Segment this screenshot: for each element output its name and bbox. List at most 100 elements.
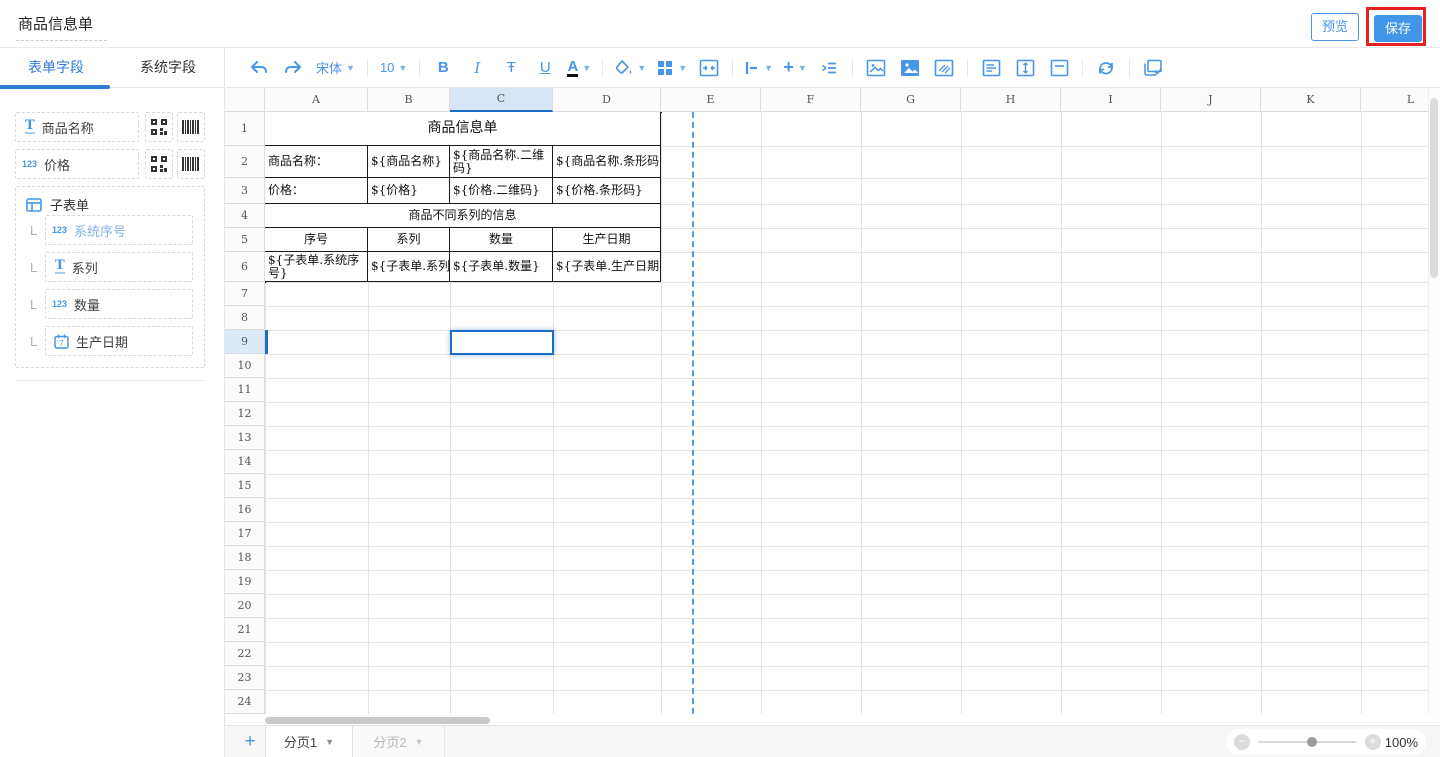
table-cell-merged-row4[interactable]: 商品不同系列的信息 (265, 204, 661, 228)
column-header-F[interactable]: F (761, 88, 861, 112)
column-header-J[interactable]: J (1161, 88, 1261, 112)
table-cell-D3[interactable]: ${价格.条形码} (553, 178, 661, 204)
sheet-tab-1[interactable]: 分页1 ▼ (265, 726, 353, 757)
image-cell-button[interactable] (898, 55, 922, 81)
row-header-8[interactable]: 8 (225, 306, 265, 330)
table-cell-B3[interactable]: ${价格} (368, 178, 450, 204)
tab-system-fields[interactable]: 系统字段 (112, 48, 224, 88)
table-cell-A2[interactable]: 商品名称： (265, 146, 368, 178)
refresh-button[interactable] (1094, 55, 1118, 81)
row-header-16[interactable]: 16 (225, 498, 265, 522)
row-header-18[interactable]: 18 (225, 546, 265, 570)
font-color-button[interactable]: A ▼ (567, 55, 591, 81)
zoom-slider-track[interactable] (1258, 741, 1357, 743)
save-button[interactable]: 保存 (1374, 15, 1422, 42)
text-block-button[interactable] (979, 55, 1003, 81)
column-header-I[interactable]: I (1061, 88, 1161, 112)
redo-button[interactable] (281, 55, 305, 81)
table-cell-A5[interactable]: 序号 (265, 228, 368, 252)
zoom-slider-handle[interactable] (1307, 737, 1317, 747)
row-header-15[interactable]: 15 (225, 474, 265, 498)
column-header-A[interactable]: A (265, 88, 368, 112)
row-header-13[interactable]: 13 (225, 426, 265, 450)
fill-color-button[interactable]: ▼ (614, 55, 646, 81)
row-header-9[interactable]: 9 (225, 330, 265, 354)
barcode-drag-item[interactable] (177, 112, 205, 142)
row-header-3[interactable]: 3 (225, 178, 265, 204)
table-cell-C5[interactable]: 数量 (450, 228, 553, 252)
table-cell-D6[interactable]: ${子表单.生产日期} (553, 252, 661, 282)
borders-button[interactable]: ▼ (656, 55, 687, 81)
font-size-select[interactable]: 10 ▼ (380, 60, 407, 75)
merge-cells-button[interactable] (697, 55, 721, 81)
copy-style-button[interactable] (1141, 55, 1165, 81)
table-cell-merged-row1[interactable]: 商品信息单 (265, 112, 661, 146)
zoom-in-button[interactable]: + (1365, 734, 1381, 750)
row-header-11[interactable]: 11 (225, 378, 265, 402)
insert-button[interactable]: + ▼ (783, 55, 807, 81)
column-header-G[interactable]: G (861, 88, 961, 112)
split-line-button[interactable] (1047, 55, 1071, 81)
row-header-14[interactable]: 14 (225, 450, 265, 474)
column-header-E[interactable]: E (661, 88, 761, 112)
underline-button[interactable]: U (533, 55, 557, 81)
table-cell-B5[interactable]: 系列 (368, 228, 450, 252)
watermark-button[interactable] (932, 55, 956, 81)
font-family-select[interactable]: 宋体 ▼ (316, 58, 355, 77)
indent-button[interactable] (817, 55, 841, 81)
tab-form-fields[interactable]: 表单字段 (0, 48, 112, 88)
column-header-D[interactable]: D (553, 88, 661, 112)
page-title[interactable]: 商品信息单 (16, 13, 107, 41)
zoom-out-button[interactable]: − (1234, 734, 1250, 750)
subfield-item-series[interactable]: T 系列 (45, 252, 193, 282)
italic-button[interactable]: I (465, 55, 489, 81)
table-cell-C6[interactable]: ${子表单.数量} (450, 252, 553, 282)
subfield-item-serial[interactable]: 123 系统序号 (45, 215, 193, 245)
table-cell-D2[interactable]: ${商品名称.条形码} (553, 146, 661, 178)
column-header-C[interactable]: C (450, 88, 553, 112)
corner-select-all[interactable] (225, 88, 265, 112)
qrcode-drag-item[interactable] (145, 149, 173, 179)
barcode-drag-item[interactable] (177, 149, 205, 179)
table-cell-C2[interactable]: ${商品名称.二维码} (450, 146, 553, 178)
row-header-2[interactable]: 2 (225, 146, 265, 178)
bold-button[interactable]: B (431, 55, 455, 81)
spreadsheet-canvas[interactable]: ABCDEFGHIJKL1234567891011121314151617181… (225, 88, 1440, 714)
table-cell-B6[interactable]: ${子表单.系列} (368, 252, 450, 282)
column-header-K[interactable]: K (1261, 88, 1361, 112)
column-header-B[interactable]: B (368, 88, 450, 112)
row-header-4[interactable]: 4 (225, 204, 265, 228)
undo-button[interactable] (247, 55, 271, 81)
row-height-button[interactable] (1013, 55, 1037, 81)
subfield-item-quantity[interactable]: 123 数量 (45, 289, 193, 319)
row-header-5[interactable]: 5 (225, 228, 265, 252)
row-header-24[interactable]: 24 (225, 690, 265, 714)
add-sheet-button[interactable]: + (237, 729, 263, 755)
row-header-12[interactable]: 12 (225, 402, 265, 426)
table-cell-B2[interactable]: ${商品名称} (368, 146, 450, 178)
sheet-tab-2[interactable]: 分页2 ▼ (353, 726, 445, 757)
row-header-6[interactable]: 6 (225, 252, 265, 282)
qrcode-drag-item[interactable] (145, 112, 173, 142)
column-header-H[interactable]: H (961, 88, 1061, 112)
vertical-scrollbar[interactable] (1430, 98, 1438, 278)
row-header-1[interactable]: 1 (225, 112, 265, 146)
row-header-7[interactable]: 7 (225, 282, 265, 306)
row-header-20[interactable]: 20 (225, 594, 265, 618)
row-header-10[interactable]: 10 (225, 354, 265, 378)
row-header-21[interactable]: 21 (225, 618, 265, 642)
subfield-item-date[interactable]: 7 生产日期 (45, 326, 193, 356)
horizontal-scrollbar[interactable] (265, 717, 490, 724)
align-button[interactable]: ▼ (744, 55, 773, 81)
field-item-price[interactable]: 123 价格 (15, 149, 139, 179)
strikethrough-button[interactable]: Ŧ (499, 55, 523, 81)
row-header-19[interactable]: 19 (225, 570, 265, 594)
table-cell-A3[interactable]: 价格： (265, 178, 368, 204)
insert-image-button[interactable] (864, 55, 888, 81)
row-header-22[interactable]: 22 (225, 642, 265, 666)
table-cell-D5[interactable]: 生产日期 (553, 228, 661, 252)
field-item-product-name[interactable]: T 商品名称 (15, 112, 139, 142)
row-header-17[interactable]: 17 (225, 522, 265, 546)
preview-button[interactable]: 预览 (1311, 13, 1359, 41)
row-header-23[interactable]: 23 (225, 666, 265, 690)
